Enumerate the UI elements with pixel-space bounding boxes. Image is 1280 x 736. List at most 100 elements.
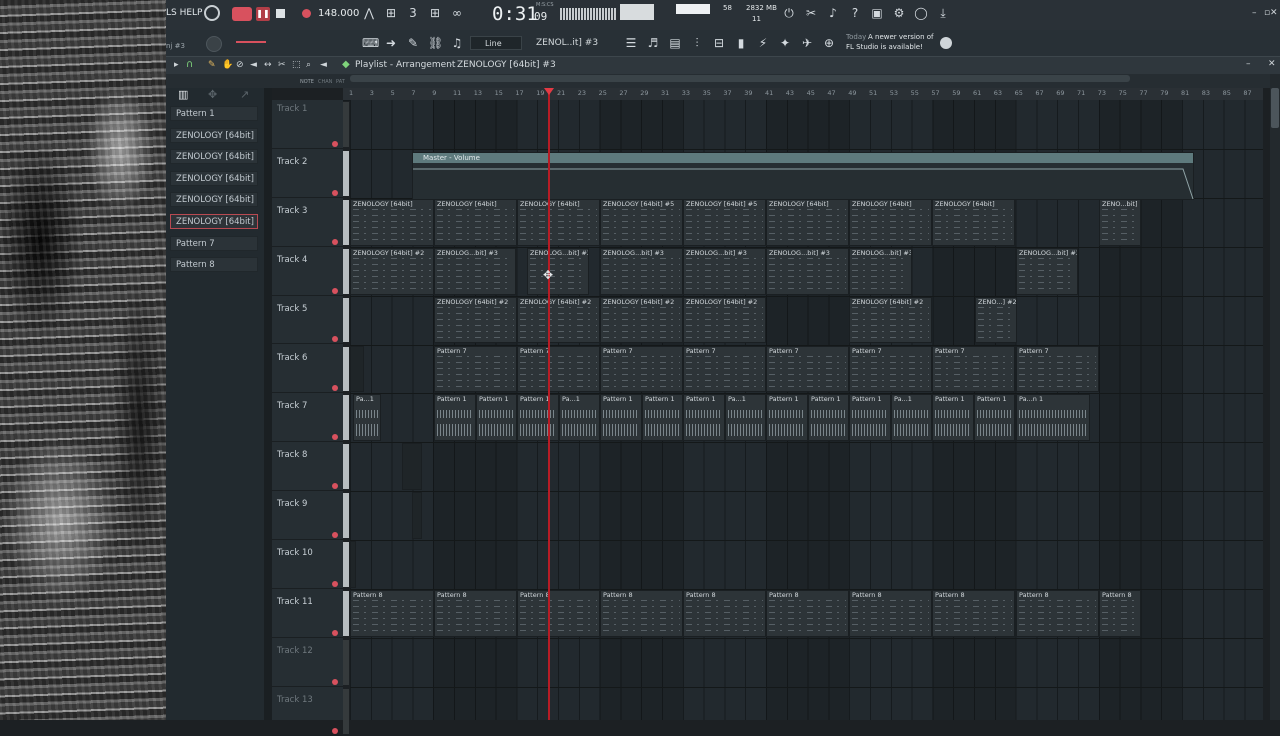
slip-tool-icon[interactable]: ↔ (264, 60, 272, 70)
pattern-clip[interactable]: ZENOLOG...bit] #3 (766, 247, 849, 295)
snap-select[interactable]: Line (470, 36, 522, 50)
save-icon[interactable]: ▣ (870, 6, 884, 20)
horizontal-scrollbar[interactable] (350, 75, 1130, 82)
track-name[interactable]: Track 11 (277, 597, 313, 607)
help-menu[interactable]: LS HELP (166, 8, 202, 18)
pattern-clip[interactable]: ZENOLOGY [64bit] (517, 198, 600, 246)
metronome-icon[interactable]: ⋀ (362, 6, 376, 20)
pattern-clip[interactable]: ZENOLOGY [64bit] #5 (600, 198, 683, 246)
pattern-item[interactable]: ZENOLOGY [64bit] (170, 127, 258, 143)
pattern-clip[interactable]: ZENOLOGY [64bit] #2 (434, 296, 517, 344)
track-name[interactable]: Track 2 (277, 157, 307, 167)
pattern-clip[interactable]: Pattern 1 (766, 394, 808, 442)
pattern-clip[interactable]: Pattern 8 (932, 590, 1015, 637)
track-name[interactable]: Track 7 (277, 401, 307, 411)
paint-tool-icon[interactable]: ✋ (222, 60, 233, 70)
track-mute-strip[interactable] (343, 248, 349, 294)
pattern-clip[interactable]: ZENOLOGY [64bit] (849, 198, 932, 246)
track-header[interactable]: Track 9 (272, 491, 349, 541)
pattern-clip[interactable]: Pattern 1 (808, 394, 849, 442)
playhead-marker[interactable] (544, 88, 554, 95)
play-arrow-icon[interactable]: ▸ (174, 60, 179, 70)
pattern-item[interactable]: Pattern 7 (170, 235, 258, 251)
pattern-clip[interactable]: Pattern 8 (1016, 590, 1099, 637)
pattern-clip[interactable]: ZENOLOGY [64bit] (932, 198, 1015, 246)
vertical-scrollbar[interactable] (1270, 74, 1280, 720)
track-name[interactable]: Track 10 (277, 548, 313, 558)
loop-record-icon[interactable]: ∞ (450, 6, 464, 20)
pattern-item[interactable]: Pattern 1 (170, 106, 258, 121)
link-icon[interactable]: ⛓ (428, 36, 443, 50)
pattern-clip[interactable]: Pattern 8 (434, 590, 517, 637)
tempo-display[interactable]: 148.000 (318, 8, 359, 19)
pattern-clip[interactable]: Pattern 7 (683, 345, 766, 393)
pattern-clip[interactable]: ZENOLOGY [64bit] #5 (683, 198, 766, 246)
track-header[interactable]: Track 10 (272, 540, 349, 589)
track-record-icon[interactable] (332, 189, 338, 196)
channel-selector[interactable]: ZENOL..it] #3 (536, 36, 608, 50)
pattern-clip[interactable]: Pattern 7 (849, 345, 932, 393)
track-record-icon[interactable] (332, 532, 338, 539)
news-line-1[interactable]: A newer version of (868, 33, 934, 41)
pattern-clip[interactable]: Pattern 8 (766, 590, 849, 637)
piano-icon[interactable]: ▥ (178, 88, 188, 101)
track-mute-strip[interactable] (343, 199, 349, 245)
track-record-icon[interactable] (332, 580, 338, 587)
track-mute-strip[interactable] (343, 591, 349, 636)
track-name[interactable]: Track 12 (277, 646, 313, 656)
master-pitch-slider[interactable] (236, 41, 266, 43)
pitch-knob[interactable] (206, 36, 222, 52)
track-header[interactable]: Track 6 (272, 345, 349, 394)
magnet-icon[interactable]: ∩ (186, 59, 193, 70)
pattern-clip[interactable]: Pattern 1 (517, 394, 559, 442)
small-clip[interactable] (402, 443, 422, 491)
touch-icon[interactable]: ✦ (778, 36, 792, 50)
file-icon[interactable]: ▮ (734, 36, 748, 50)
pattern-clip[interactable]: Pattern 1 (642, 394, 683, 442)
track-mute-strip[interactable] (343, 542, 349, 587)
pattern-clip[interactable]: ZENOLOGY [64bit] #2 (517, 296, 600, 344)
track-mute-strip[interactable] (343, 346, 349, 392)
step-edit-icon[interactable]: ⊞ (428, 6, 442, 20)
window-close-icon[interactable]: ✕ (1268, 59, 1276, 69)
pat-label[interactable]: PAT (336, 79, 345, 85)
plugin-icon[interactable]: ⚙ (892, 6, 906, 20)
microphone-icon[interactable]: ♪ (826, 6, 840, 20)
piano-roll-icon[interactable]: ♬ (646, 36, 660, 50)
pattern-clip[interactable]: Pattern 8 (1099, 590, 1141, 637)
track-name[interactable]: Track 4 (277, 255, 307, 265)
track-header[interactable]: Track 7 (272, 393, 349, 443)
window-minimize-icon[interactable]: – (1246, 59, 1251, 69)
track-mute-strip[interactable] (343, 297, 349, 343)
pattern-clip[interactable]: Pattern 8 (350, 590, 434, 637)
pattern-clip[interactable]: ZENO...bit] (1099, 198, 1141, 246)
pattern-item[interactable]: ZENOLOGY [64bit] #5 (170, 149, 258, 165)
pattern-item[interactable]: Pattern 8 (170, 257, 258, 273)
pattern-clip[interactable]: ZENOLOGY [64bit] #2 (350, 247, 434, 295)
pattern-clip[interactable]: Pa...n 1 (1016, 394, 1090, 442)
pattern-clip[interactable]: ZENOLOGY [64bit] (766, 198, 849, 246)
browser-icon[interactable]: ⊟ (712, 36, 726, 50)
track-record-icon[interactable] (332, 336, 338, 343)
mixer-icon[interactable]: ⫶ (690, 36, 704, 50)
pattern-clip[interactable]: ZENOLOGY [64bit] #2 (600, 296, 683, 344)
track-name[interactable]: Track 6 (277, 353, 307, 363)
help-icon[interactable]: ? (848, 6, 862, 20)
pattern-clip[interactable]: Pattern 1 (849, 394, 891, 442)
curve-icon[interactable]: ↗ (240, 88, 249, 101)
track-header[interactable]: Track 8 (272, 442, 349, 492)
track-header[interactable]: Track 1 (272, 100, 349, 149)
pattern-clip[interactable]: Pattern 1 (932, 394, 974, 442)
track-header[interactable]: Track 12 (272, 638, 349, 687)
pattern-clip[interactable]: ZENOLOG...bit] #3 (849, 247, 912, 295)
pattern-clip[interactable]: Pattern 7 (600, 345, 683, 393)
track-header[interactable]: Track 4 (272, 247, 349, 296)
pattern-clip[interactable]: ZENO...] #2 (975, 296, 1017, 344)
pattern-clip[interactable]: Pa...1 (353, 394, 381, 442)
pattern-clip[interactable]: ZENOLOG...bit] #3 (600, 247, 683, 295)
track-name[interactable]: Track 3 (277, 206, 307, 216)
countdown-icon[interactable]: 3 (406, 6, 420, 20)
pattern-clip[interactable]: Pattern 1 (476, 394, 517, 442)
draw-tool-icon[interactable]: ✎ (208, 60, 216, 70)
playlist-icon[interactable]: ☰ (624, 36, 638, 50)
